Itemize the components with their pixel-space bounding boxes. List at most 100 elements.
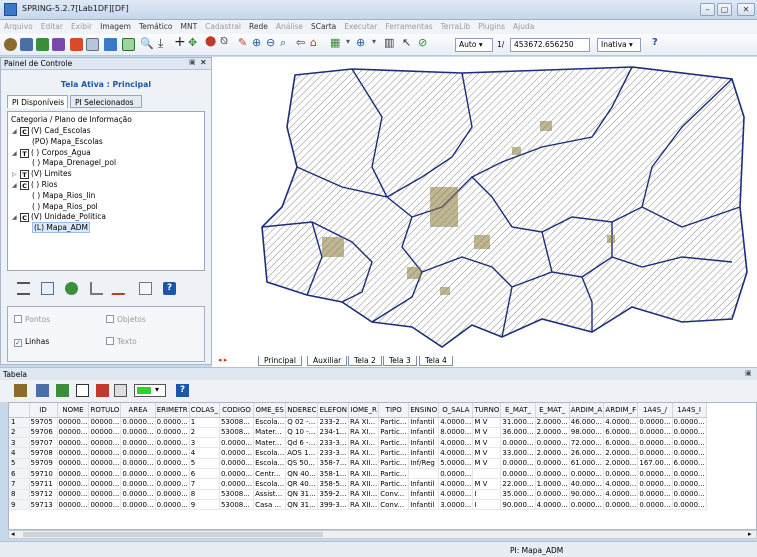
table-cell[interactable]: Partic... <box>378 478 410 490</box>
table-cell[interactable]: 4.0000... <box>603 417 639 428</box>
table-cell[interactable]: 4.0000... <box>438 437 474 449</box>
help-icon[interactable]: ? <box>652 37 658 48</box>
table-cell[interactable]: 0.0000... <box>637 478 673 490</box>
table-cell[interactable]: 0.0000... <box>120 458 156 469</box>
tree-category[interactable]: ▷ T (V) Limites <box>12 169 71 180</box>
table-cell[interactable]: 0.0000... <box>603 468 639 480</box>
zoom-in-icon[interactable]: ⊕ <box>252 36 261 49</box>
table-cell[interactable]: 233-3... <box>317 447 350 459</box>
table-cell[interactable] <box>408 468 440 480</box>
table-cell[interactable]: Mater... <box>253 427 287 439</box>
tree-plan[interactable]: ( ) Mapa_Rios_lin <box>32 191 95 200</box>
edit-icon[interactable]: ✎ <box>238 36 247 49</box>
table-cell[interactable]: M V <box>472 447 502 459</box>
table-cell[interactable]: 0.0000... <box>603 499 639 511</box>
table-cell[interactable]: 00000... <box>57 468 90 480</box>
help-icon[interactable]: ? <box>176 384 189 397</box>
menu-rede[interactable]: Rede <box>245 20 272 31</box>
table-cell[interactable]: 00000... <box>88 478 122 490</box>
table-cell[interactable]: 6 <box>189 468 220 480</box>
info-icon[interactable]: ⬤ <box>205 36 216 47</box>
table-cell[interactable]: 0.0000... <box>637 437 673 449</box>
home-view-icon[interactable]: ⌂ <box>310 36 317 49</box>
table-cell[interactable]: 0.0000... <box>120 468 156 480</box>
table-cell[interactable]: 0.0000... <box>155 417 190 428</box>
menu-plugins[interactable]: Plugins <box>474 20 509 31</box>
table-cell[interactable]: 0.0000... <box>120 417 156 428</box>
table-cell[interactable]: Partic... <box>378 427 410 439</box>
tree-plan[interactable]: ( ) Mapa_Rios_pol <box>32 202 98 211</box>
table-cell[interactable]: 0.0000... <box>155 427 190 439</box>
table-cell[interactable]: Infantil <box>408 499 440 511</box>
table-cell[interactable]: 59710 <box>29 468 58 480</box>
table-cell[interactable]: 0.0000... <box>155 499 190 511</box>
table-row[interactable]: 5 59709 00000... 00000... 0.0000... 0.0000...… <box>9 458 707 469</box>
tab-tela-3[interactable]: Tela 3 <box>383 356 417 366</box>
table-cell[interactable]: 2.0000... <box>535 417 570 428</box>
table-cell[interactable]: 98.000... <box>569 427 605 439</box>
zoom-out-icon[interactable]: ⊖ <box>266 36 275 49</box>
table-cell[interactable]: RA XII... <box>348 458 380 469</box>
table-cell[interactable]: 0.0000... <box>535 468 570 480</box>
table-cell[interactable]: 00000... <box>88 447 122 459</box>
table-cell[interactable]: 0.0000... <box>155 489 190 500</box>
table-cell[interactable]: 00000... <box>57 489 90 500</box>
save-table-icon[interactable] <box>114 384 127 397</box>
table-cell[interactable]: 59711 <box>29 478 58 490</box>
table-cell[interactable]: 0.0000... <box>637 468 673 480</box>
table-cell[interactable]: 59707 <box>29 437 58 449</box>
table-cell[interactable]: 0.0000... <box>120 489 156 500</box>
table-cell[interactable]: 0.0000... <box>500 458 536 469</box>
table-cell[interactable]: 0.0000... <box>500 437 536 449</box>
draw-icon[interactable] <box>70 38 83 51</box>
table-cell[interactable]: Casa ... <box>253 499 287 511</box>
table-cell[interactable]: Infantil <box>408 437 440 449</box>
close-button[interactable]: ✕ <box>737 3 755 16</box>
table-cell[interactable]: 26.000... <box>569 447 605 459</box>
table-cell[interactable]: 0.0000... <box>120 427 156 439</box>
table-cell[interactable]: Conv... <box>378 499 410 511</box>
table-cell[interactable]: Mater... <box>253 437 287 449</box>
tab-tela-2[interactable]: Tela 2 <box>348 356 382 366</box>
table-cell[interactable]: M V <box>472 437 502 449</box>
table-cell[interactable]: Infantil <box>408 489 440 500</box>
table-cell[interactable]: Escola... <box>253 478 287 490</box>
table-cell[interactable]: M V <box>472 427 502 439</box>
table-cell[interactable]: 0.0000... <box>120 499 156 511</box>
table-row[interactable]: 6 59710 00000... 00000... 0.0000... 0.0000...… <box>9 468 707 480</box>
table-cell[interactable]: 4.0000... <box>438 489 474 500</box>
menu-imagem[interactable]: Imagem <box>96 20 135 31</box>
table-cell[interactable]: Partic... <box>378 417 410 428</box>
tree-plan[interactable]: (PO) Mapa_Escolas <box>32 137 103 146</box>
table-cell[interactable]: RA XI... <box>348 447 380 459</box>
table-cell[interactable]: 359-2... <box>317 489 350 500</box>
linhas-checkbox[interactable]: ✓ Linhas <box>14 337 49 347</box>
table-cell[interactable]: I <box>472 489 502 500</box>
table-cell[interactable]: 53008... <box>219 499 255 511</box>
table-cell[interactable]: 1 <box>189 417 220 428</box>
table-cell[interactable]: 0.0000... <box>637 447 673 459</box>
table-cell[interactable]: 53008... <box>219 489 255 500</box>
maximize-button[interactable]: ▢ <box>717 3 732 16</box>
table-cell[interactable]: 46.000... <box>569 417 605 428</box>
tree-plan[interactable]: (L) Mapa_ADM <box>32 222 90 234</box>
tree-category[interactable]: ◢ C (V) Unidade_Politica <box>12 212 106 223</box>
table-cell[interactable]: 3 <box>189 437 220 449</box>
properties-icon[interactable] <box>41 282 54 295</box>
attribute-table[interactable]: ID NOME ROTULO AREA ERIMETR COLAS_ CODIGO OME_E… <box>8 402 757 530</box>
menu-terralib[interactable]: TerraLib <box>437 20 475 31</box>
table-cell[interactable]: 00000... <box>88 499 122 511</box>
scroll-thumb[interactable] <box>23 532 323 537</box>
table-cell[interactable]: 0.0000... <box>120 437 156 449</box>
menu-cadastral[interactable]: Cadastral <box>201 20 245 31</box>
zoom-area-icon[interactable]: ⌕ <box>280 36 286 50</box>
table-cell[interactable]: Q 10 -... <box>285 427 319 439</box>
table-cell[interactable]: 1.0000... <box>535 478 570 490</box>
table-cell[interactable]: 59709 <box>29 458 58 469</box>
table-cell[interactable]: 00000... <box>57 458 90 469</box>
column-header[interactable]: IOME_R <box>348 403 380 418</box>
grid-icon[interactable]: ▥ <box>384 36 394 49</box>
table-row[interactable]: 4 59708 00000... 00000... 0.0000... 0.0000...… <box>9 447 707 459</box>
row-number[interactable]: 8 <box>9 489 30 500</box>
visual-icon[interactable] <box>65 282 78 295</box>
